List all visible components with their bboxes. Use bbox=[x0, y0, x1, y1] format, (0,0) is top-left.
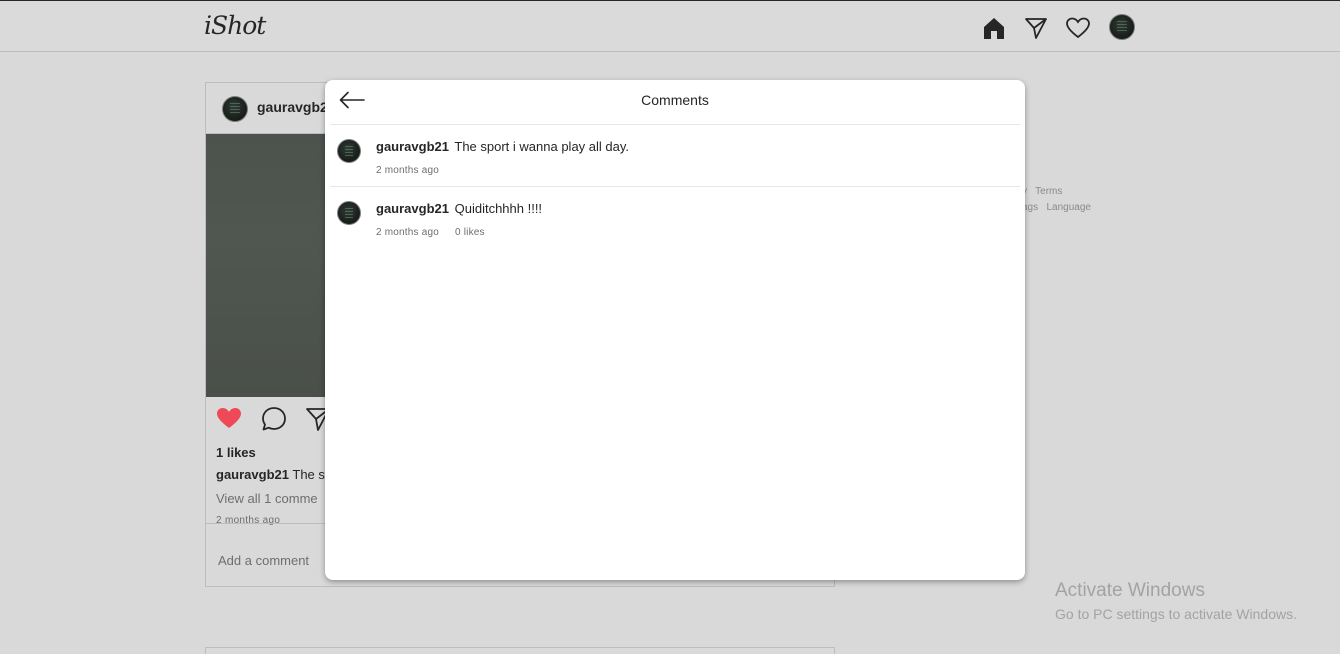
comment-text: The sport i wanna play all day. bbox=[454, 139, 630, 154]
comment-body: gauravgb21 Quiditchhhh !!!! bbox=[376, 201, 542, 216]
commenter-username[interactable]: gauravgb21 bbox=[376, 201, 449, 216]
footer-links: y Terms ags Language bbox=[1022, 184, 1091, 216]
comment-item: gauravgb21 The sport i wanna play all da… bbox=[330, 125, 1020, 187]
footer-links-row-1[interactable]: y Terms bbox=[1022, 184, 1091, 200]
watermark-title: Activate Windows bbox=[1055, 580, 1205, 601]
comment-timestamp: 2 months ago bbox=[376, 227, 439, 238]
comment-timestamp: 2 months ago bbox=[376, 165, 439, 176]
modal-header: Comments bbox=[330, 80, 1020, 125]
direct-message-icon[interactable] bbox=[1023, 15, 1049, 41]
comments-modal: Comments gauravgb21 The sport i wanna pl… bbox=[325, 80, 1025, 580]
add-comment-input[interactable]: Add a comment bbox=[218, 553, 309, 568]
caption-username[interactable]: gauravgb21 bbox=[216, 467, 289, 482]
post-author-username[interactable]: gauravgb2 bbox=[257, 99, 328, 115]
comment-meta: 2 months ago bbox=[376, 165, 439, 176]
post-caption: gauravgb21 The s bbox=[216, 467, 325, 482]
post-author-avatar[interactable] bbox=[222, 96, 248, 122]
comment-body: gauravgb21 The sport i wanna play all da… bbox=[376, 139, 629, 154]
watermark-subtitle: Go to PC settings to activate Windows. bbox=[1055, 606, 1297, 622]
post-like-count[interactable]: 1 likes bbox=[216, 445, 256, 460]
profile-avatar[interactable] bbox=[1109, 14, 1135, 40]
view-all-comments-link[interactable]: View all 1 comme bbox=[216, 491, 318, 506]
comment-icon[interactable] bbox=[260, 405, 288, 433]
commenter-avatar[interactable] bbox=[337, 139, 361, 163]
comment-item: gauravgb21 Quiditchhhh !!!! 2 months ago… bbox=[330, 187, 1020, 249]
next-post-card bbox=[205, 647, 835, 654]
home-icon[interactable] bbox=[981, 15, 1007, 41]
activity-heart-icon[interactable] bbox=[1065, 15, 1091, 41]
caption-text: The s bbox=[292, 467, 325, 482]
liked-heart-icon[interactable] bbox=[216, 405, 242, 431]
modal-title: Comments bbox=[641, 92, 709, 108]
footer-links-row-2[interactable]: ags Language bbox=[1022, 200, 1091, 216]
comment-like-count[interactable]: 0 likes bbox=[455, 227, 485, 238]
commenter-username[interactable]: gauravgb21 bbox=[376, 139, 449, 154]
commenter-avatar[interactable] bbox=[337, 201, 361, 225]
top-navbar: iShot bbox=[0, 0, 1340, 52]
app-logo[interactable]: iShot bbox=[204, 11, 266, 40]
comment-meta: 2 months ago 0 likes bbox=[376, 227, 485, 238]
windows-activation-watermark: Activate Windows Go to PC settings to ac… bbox=[1055, 580, 1297, 622]
comment-text: Quiditchhhh !!!! bbox=[454, 201, 543, 216]
